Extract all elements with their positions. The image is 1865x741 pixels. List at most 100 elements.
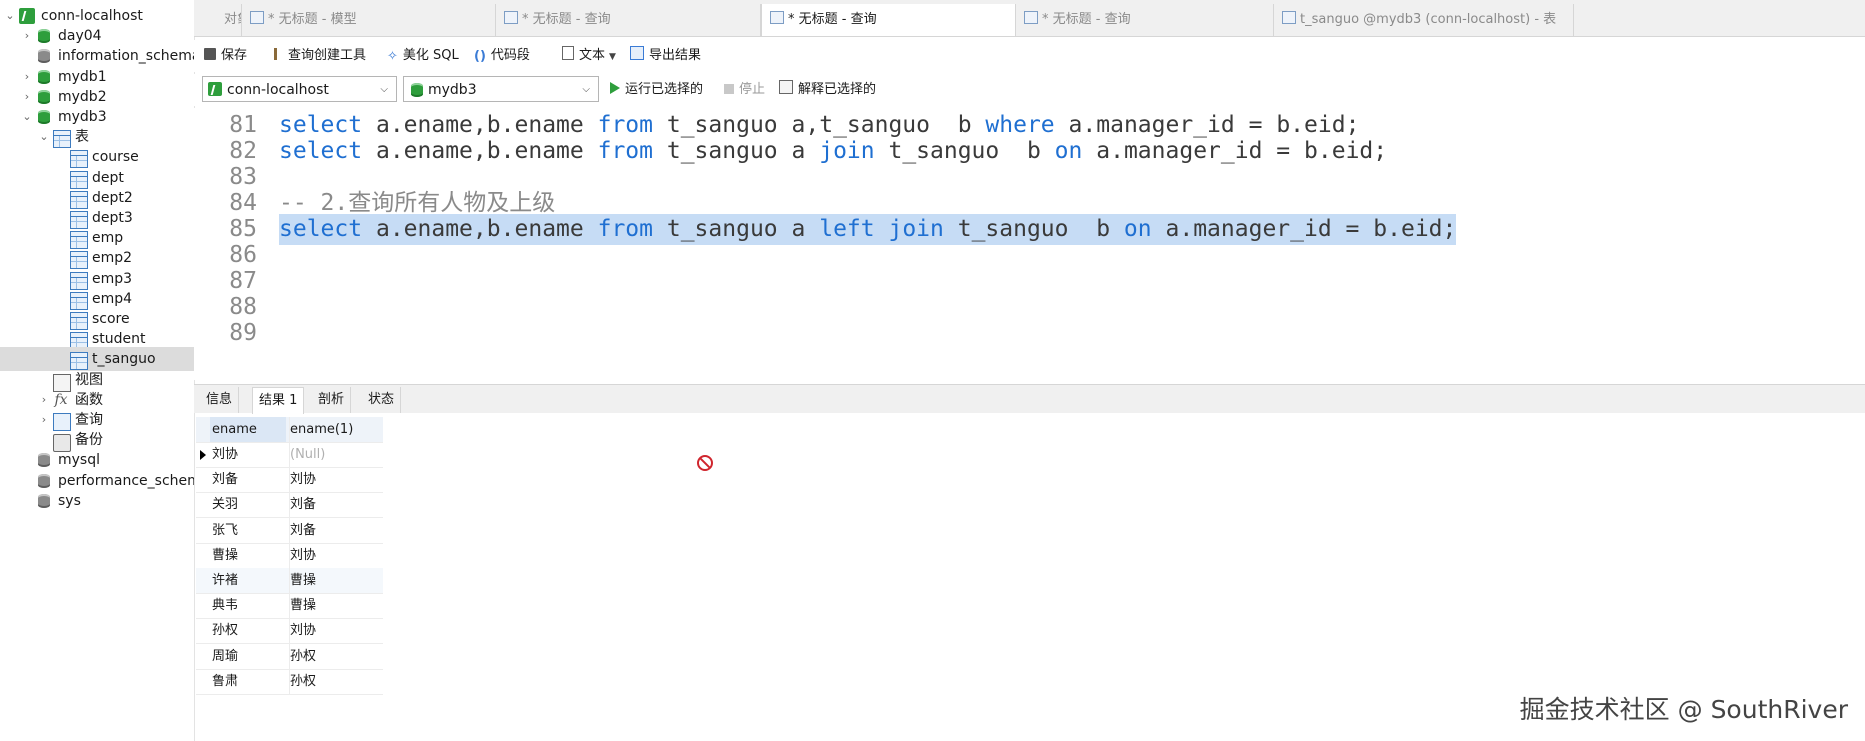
query-icon <box>504 11 518 24</box>
chevron-down-icon: ⌵ <box>582 84 590 95</box>
explain-selected-button[interactable]: 解释已选择的 <box>779 80 876 100</box>
database-icon <box>36 493 52 509</box>
tab-objects[interactable]: 对象 <box>194 4 242 36</box>
tab-untitled-2[interactable]: * 无标题 - 查询 <box>496 4 761 36</box>
table-cell[interactable]: 曹操 <box>289 568 384 593</box>
result-tab-bar: 信息 结果 1 剖析 状态 <box>194 384 1865 414</box>
table-cell[interactable]: 张飞 <box>212 518 282 543</box>
column-header[interactable]: ename(1) <box>289 417 384 442</box>
table-row[interactable]: 鲁肃 孙权 <box>196 668 384 695</box>
database-icon <box>36 109 52 125</box>
table-cell[interactable]: 刘备 <box>212 467 282 492</box>
table-cell[interactable]: 关羽 <box>212 492 282 517</box>
table-cell[interactable]: 周瑜 <box>212 644 282 669</box>
tab-label: t_sanguo @mydb3 (conn-localhost) - 表 <box>1300 12 1557 27</box>
result-tab-2[interactable]: 剖析 <box>312 387 352 413</box>
table-cell[interactable]: 孙权 <box>289 668 384 694</box>
export-result-button[interactable]: 导出结果 <box>630 46 701 66</box>
table-cell[interactable]: 刘协 <box>212 442 282 467</box>
table-cell[interactable]: 典韦 <box>212 593 282 618</box>
connection-icon <box>208 82 222 96</box>
sidebar-item-sys[interactable]: sys <box>0 489 194 513</box>
table-cell[interactable]: 刘备 <box>289 517 384 543</box>
stop-icon <box>724 84 734 94</box>
navigator-sidebar: ⌄ conn-localhost › day04 information_schema ›… <box>0 0 195 741</box>
tab-label: * 无标题 - 查询 <box>522 12 611 27</box>
database-icon <box>36 452 52 468</box>
query-builder-button[interactable]: 查询创建工具 <box>274 46 366 66</box>
table-cell[interactable]: 曹操 <box>212 543 282 568</box>
line-number: 89 <box>229 320 257 346</box>
current-row-marker-icon <box>200 450 206 460</box>
table-cell[interactable]: 孙权 <box>212 618 282 643</box>
explain-icon <box>779 80 793 94</box>
chevron-down-icon: ⌵ <box>380 84 388 95</box>
result-tab-3[interactable]: 状态 <box>362 387 402 413</box>
function-icon: fx <box>54 391 68 408</box>
column-header[interactable]: ename <box>210 417 286 442</box>
dropdown-arrow-icon: ▼ <box>609 52 616 62</box>
table-icon <box>1282 11 1296 24</box>
database-icon <box>36 89 52 105</box>
table-cell[interactable]: 刘协 <box>289 542 384 568</box>
table-cell[interactable]: 许褚 <box>212 568 282 593</box>
database-icon <box>409 82 423 97</box>
result-tab-0[interactable]: 信息 <box>200 387 240 413</box>
table-cell[interactable]: 孙权 <box>289 643 384 669</box>
table-row[interactable]: 典韦 曹操 <box>196 593 384 620</box>
connection-icon <box>19 8 35 24</box>
run-selected-button[interactable]: 运行已选择的 <box>610 80 703 100</box>
table-cell[interactable]: 曹操 <box>289 593 384 619</box>
snippet-icon: () <box>474 49 486 64</box>
table-cell[interactable]: 刘备 <box>289 492 384 518</box>
watermark: 掘金技术社区 @ SouthRiver <box>1519 695 1848 724</box>
database-icon <box>36 48 52 64</box>
tab-untitled-4[interactable]: * 无标题 - 查询 <box>1016 4 1274 36</box>
database-icon <box>36 28 52 44</box>
stop-button[interactable]: 停止 <box>724 80 765 100</box>
text-menu-button[interactable]: 文本 ▼ <box>562 46 616 66</box>
export-icon <box>630 46 644 60</box>
result-tab-1[interactable]: 结果 1 <box>252 387 305 414</box>
connection-select[interactable]: conn-localhost ⌵ <box>202 76 397 102</box>
table-cell[interactable]: 刘协 <box>289 467 384 493</box>
tab-label: * 无标题 - 查询 <box>1042 12 1131 27</box>
editor-line[interactable]: 89 <box>194 318 1865 349</box>
sidebar-item-label: sys <box>58 492 81 509</box>
code-snippet-button[interactable]: () 代码段 <box>474 46 530 66</box>
run-icon <box>610 82 620 94</box>
beautify-sql-button[interactable]: ✧ 美化 SQL <box>387 46 459 66</box>
database-icon <box>36 69 52 85</box>
save-icon <box>204 48 216 60</box>
table-row[interactable]: 张飞 刘备 <box>196 517 384 544</box>
builder-icon <box>274 48 283 60</box>
save-button[interactable]: 保存 <box>204 46 247 66</box>
table-cell[interactable]: 刘协 <box>289 618 384 644</box>
database-icon <box>36 473 52 489</box>
table-row[interactable]: 刘协 (Null) <box>196 442 383 468</box>
text-icon <box>562 46 574 60</box>
table-row[interactable]: 关羽 刘备 <box>196 492 384 519</box>
table-cell[interactable]: (Null) <box>289 442 384 467</box>
table-row[interactable]: 曹操 刘协 <box>196 542 384 569</box>
database-select[interactable]: mydb3 ⌵ <box>403 76 599 102</box>
tab-label: * 无标题 - 查询 <box>788 12 877 27</box>
connection-toolbar: conn-localhost ⌵ mydb3 ⌵ 运行已选择的 停止 解释已选择… <box>194 74 1865 106</box>
table-row[interactable]: 刘备 刘协 <box>196 467 384 494</box>
table-row[interactable]: 许褚 曹操 <box>196 568 383 594</box>
table-row[interactable]: 周瑜 孙权 <box>196 643 384 670</box>
grid-header-row: ename ename(1) <box>196 417 383 443</box>
query-icon <box>1024 11 1038 24</box>
tab-untitled-1[interactable]: * 无标题 - 模型 <box>242 4 496 36</box>
not-allowed-cursor-icon <box>697 455 713 471</box>
model-icon <box>250 11 264 24</box>
editor-tab-bar: 对象 * 无标题 - 模型 * 无标题 - 查询 * 无标题 - 查询 * 无标题 - … <box>194 0 1865 37</box>
tab-table-t-sanguo[interactable]: t_sanguo @mydb3 (conn-localhost) - 表 <box>1274 4 1574 36</box>
table-row[interactable]: 孙权 刘协 <box>196 618 384 645</box>
sql-editor[interactable]: 81 select a.ename,b.ename from t_sanguo a… <box>194 108 1865 380</box>
table-cell[interactable]: 鲁肃 <box>212 669 282 694</box>
query-toolbar: 保存 查询创建工具 ✧ 美化 SQL () 代码段 文本 ▼ 导出结果 <box>194 40 1865 72</box>
tab-label: 对象 <box>224 12 241 27</box>
query-icon <box>770 11 784 24</box>
tab-untitled-3[interactable]: * 无标题 - 查询 <box>761 4 1016 36</box>
